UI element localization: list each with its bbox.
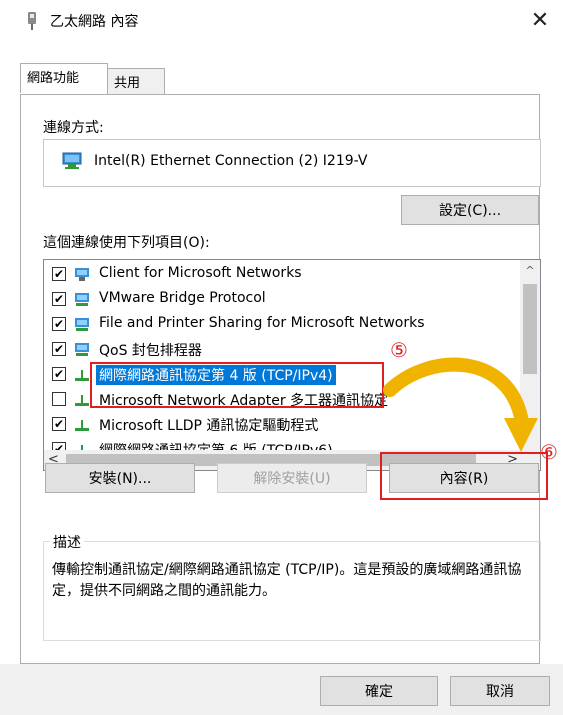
item-checkbox[interactable]: ✔ (52, 417, 66, 431)
item-label: Client for Microsoft Networks (99, 265, 302, 281)
close-button[interactable]: ✕ (517, 0, 563, 40)
list-item[interactable]: ✔ VMware Bridge Protocol (44, 287, 514, 312)
scroll-up-icon[interactable]: ^ (520, 264, 540, 280)
description-legend: 描述 (50, 532, 84, 552)
uninstall-button[interactable]: 解除安裝(U) (217, 463, 367, 493)
protocol-icon (75, 370, 89, 381)
item-checkbox[interactable]: ✔ (52, 367, 66, 381)
item-label: QoS 封包排程器 (99, 343, 202, 359)
item-label: File and Printer Sharing for Microsoft N… (99, 315, 425, 331)
highlight-properties-box (380, 452, 548, 500)
title-bar: 乙太網路 內容 ✕ (0, 0, 563, 40)
network-service-icon (75, 293, 89, 306)
install-button[interactable]: 安裝(N)... (45, 463, 195, 493)
configure-button[interactable]: 設定(C)... (401, 195, 539, 225)
item-checkbox[interactable]: ✔ (52, 292, 66, 306)
protocol-icon (75, 395, 89, 406)
item-label: VMware Bridge Protocol (99, 290, 266, 306)
network-card-icon (62, 152, 82, 169)
highlight-ipv4-box (90, 362, 384, 408)
tab-sharing[interactable]: 共用 (107, 68, 165, 94)
item-checkbox[interactable]: ✔ (52, 267, 66, 281)
tab-networking[interactable]: 網路功能 (20, 63, 108, 93)
description-group: 描述 傳輸控制通訊協定/網際網路通訊協定 (TCP/IP)。這是預設的廣域網路通… (43, 532, 541, 641)
list-item[interactable]: ✔ Client for Microsoft Networks (44, 262, 514, 287)
window-title: 乙太網路 內容 (50, 14, 139, 30)
network-service-icon (75, 343, 89, 356)
connect-using-label: 連線方式: (43, 120, 104, 136)
curved-arrow-icon (383, 357, 538, 452)
item-checkbox[interactable]: ✔ (52, 317, 66, 331)
item-checkbox[interactable] (52, 392, 66, 406)
adapter-name: Intel(R) Ethernet Connection (2) I219-V (94, 153, 368, 169)
dialog-footer: 確定 取消 (0, 664, 563, 715)
close-icon: ✕ (530, 7, 550, 33)
items-heading: 這個連線使用下列項目(O): (43, 235, 210, 251)
item-label: Microsoft LLDP 通訊協定驅動程式 (99, 418, 319, 434)
adapter-display: Intel(R) Ethernet Connection (2) I219-V (43, 139, 541, 187)
network-adapter-icon (28, 12, 36, 30)
protocol-icon (75, 420, 89, 431)
item-checkbox[interactable]: ✔ (52, 342, 66, 356)
ok-button[interactable]: 確定 (320, 676, 438, 706)
network-client-icon (75, 268, 89, 281)
list-item[interactable]: ✔ File and Printer Sharing for Microsoft… (44, 312, 514, 337)
cancel-button[interactable]: 取消 (450, 676, 550, 706)
description-text: 傳輸控制通訊協定/網際網路通訊協定 (TCP/IP)。這是預設的廣域網路通訊協定… (52, 562, 522, 599)
network-service-icon (75, 318, 89, 331)
